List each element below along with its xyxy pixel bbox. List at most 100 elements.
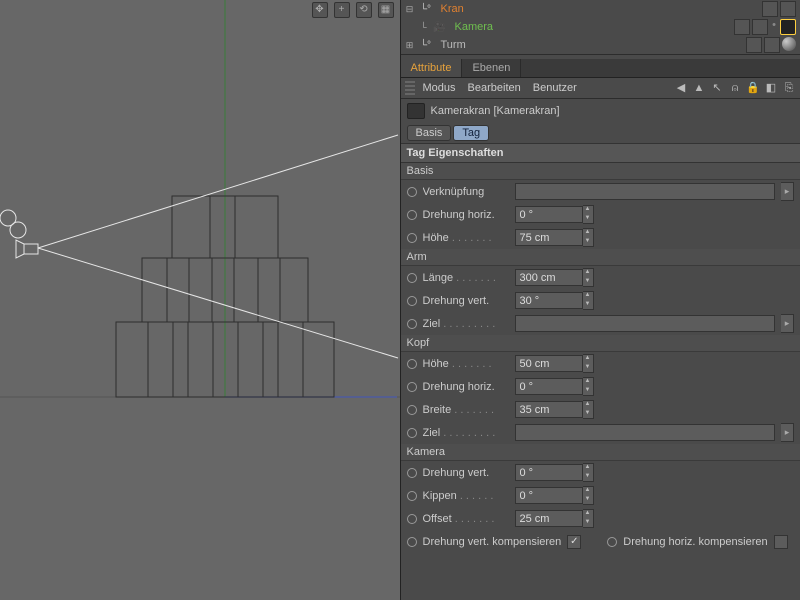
drehung-vert-input[interactable] (515, 292, 583, 309)
param-anim-icon[interactable] (407, 514, 417, 524)
param-anim-icon[interactable] (407, 319, 417, 329)
pointer-icon[interactable]: ↖ (710, 81, 724, 95)
label-komp-vert: Drehung vert. kompensieren (423, 536, 562, 548)
tab-ebenen[interactable]: Ebenen (462, 59, 521, 77)
nav-up-icon[interactable]: ▲ (692, 81, 706, 95)
lock-icon[interactable]: 🔒 (746, 81, 760, 95)
kam-drehung-vert-input[interactable] (515, 464, 583, 481)
param-anim-icon[interactable] (607, 537, 617, 547)
spinner[interactable]: ▲▼ (583, 354, 594, 373)
vis-render-icon[interactable] (780, 1, 796, 17)
object-row-kran[interactable]: ⊟ └° Kran (401, 0, 800, 18)
link-picker-icon[interactable]: ▸ (781, 314, 794, 333)
komp-vert-checkbox[interactable]: ✓ (567, 535, 581, 549)
label: Drehung vert. (423, 467, 509, 479)
label: Verknüpfung (423, 186, 509, 198)
spinner[interactable]: ▲▼ (583, 463, 594, 482)
right-panel: ⊟ └° Kran └ 🎥 Kamera • ⊞ └° Turm (401, 0, 800, 600)
label: Länge . . . . . . . (423, 272, 509, 284)
breite-input[interactable] (515, 401, 583, 418)
param-anim-icon[interactable] (407, 405, 417, 415)
viewport-scene (0, 0, 400, 600)
spinner[interactable]: ▲▼ (583, 268, 594, 287)
spinner[interactable]: ▲▼ (583, 486, 594, 505)
cranecam-tag-icon[interactable] (780, 19, 796, 35)
verknuepfung-field[interactable] (515, 183, 776, 200)
param-anim-icon[interactable] (407, 491, 417, 501)
camera-icon: 🎥 (433, 20, 447, 34)
attr-menubar: Modus Bearbeiten Benutzer ◀ ▲ ↖ ⍝ 🔒 ◧ ⎘ (401, 78, 800, 99)
user-icon[interactable]: ⍝ (728, 81, 742, 95)
object-row-turm[interactable]: ⊞ └° Turm (401, 36, 800, 54)
param-anim-icon[interactable] (407, 468, 417, 478)
spinner[interactable]: ▲▼ (583, 205, 594, 224)
object-row-kamera[interactable]: └ 🎥 Kamera • (401, 18, 800, 36)
new-window-icon[interactable]: ◧ (764, 81, 778, 95)
param-anim-icon[interactable] (407, 233, 417, 243)
object-manager: ⊟ └° Kran └ 🎥 Kamera • ⊞ └° Turm (401, 0, 800, 55)
vis-editor-icon[interactable] (734, 19, 750, 35)
param-anim-icon[interactable] (407, 187, 417, 197)
ziel-field[interactable] (515, 315, 776, 332)
properties-scroll[interactable]: Tag Eigenschaften Basis Verknüpfung ▸ Dr… (401, 143, 800, 600)
object-header: Kamerakran [Kamerakran] (401, 99, 800, 123)
viewport[interactable]: ✥ + ⟲ ▦ (0, 0, 401, 600)
nav-back-icon[interactable]: ◀ (674, 81, 688, 95)
param-anim-icon[interactable] (407, 296, 417, 306)
link-picker-icon[interactable]: ▸ (781, 182, 794, 201)
row-kopf-hoehe: Höhe . . . . . . . ▲▼ (401, 352, 800, 375)
spinner[interactable]: ▲▼ (583, 400, 594, 419)
expand-icon[interactable]: ⊟ (405, 4, 415, 15)
pill-tag[interactable]: Tag (453, 125, 489, 141)
pill-bar: Basis Tag (401, 123, 800, 143)
param-anim-icon[interactable] (407, 359, 417, 369)
komp-horiz-checkbox[interactable] (774, 535, 788, 549)
menu-modus[interactable]: Modus (419, 80, 460, 96)
spinner[interactable]: ▲▼ (583, 509, 594, 528)
spinner[interactable]: ▲▼ (583, 291, 594, 310)
menu-bearbeiten[interactable]: Bearbeiten (464, 80, 525, 96)
param-anim-icon[interactable] (407, 537, 417, 547)
pill-basis[interactable]: Basis (407, 125, 452, 141)
param-anim-icon[interactable] (407, 210, 417, 220)
menu-benutzer[interactable]: Benutzer (529, 80, 581, 96)
label: Drehung horiz. (423, 209, 509, 221)
group-basis: Basis (401, 163, 800, 180)
spinner[interactable]: ▲▼ (583, 228, 594, 247)
ziel-field[interactable] (515, 424, 776, 441)
param-anim-icon[interactable] (407, 273, 417, 283)
spinner[interactable]: ▲▼ (583, 377, 594, 396)
drehung-horiz-input[interactable] (515, 206, 583, 223)
param-anim-icon[interactable] (407, 382, 417, 392)
link-icon[interactable]: ⎘ (782, 81, 796, 95)
label: Drehung horiz. (423, 381, 509, 393)
row-ziel-kopf: Ziel . . . . . . . . . ▸ (401, 421, 800, 444)
kopf-drehung-horiz-input[interactable] (515, 378, 583, 395)
section-tag-eigenschaften: Tag Eigenschaften (401, 143, 800, 163)
kopf-hoehe-input[interactable] (515, 355, 583, 372)
row-drehung-vert: Drehung vert. ▲▼ (401, 289, 800, 312)
object-label: Kamera (451, 21, 498, 33)
row-kompensieren: Drehung vert. kompensieren ✓ Drehung hor… (401, 530, 800, 553)
object-label: Kran (437, 3, 468, 15)
expand-icon[interactable]: ⊞ (405, 40, 415, 51)
vis-editor-icon[interactable] (746, 37, 762, 53)
vis-render-icon[interactable] (764, 37, 780, 53)
drag-handle-icon[interactable] (405, 81, 415, 95)
null-icon: └° (419, 38, 433, 52)
label: Offset . . . . . . . (423, 513, 509, 525)
laenge-input[interactable] (515, 269, 583, 286)
hoehe-input[interactable] (515, 229, 583, 246)
null-icon: └° (419, 2, 433, 16)
param-anim-icon[interactable] (407, 428, 417, 438)
offset-input[interactable] (515, 510, 583, 527)
row-offset: Offset . . . . . . . ▲▼ (401, 507, 800, 530)
object-title: Kamerakran [Kamerakran] (431, 105, 560, 117)
vis-editor-icon[interactable] (762, 1, 778, 17)
kippen-input[interactable] (515, 487, 583, 504)
material-tag-icon[interactable] (782, 37, 796, 51)
vis-render-icon[interactable] (752, 19, 768, 35)
link-picker-icon[interactable]: ▸ (781, 423, 794, 442)
tab-attribute[interactable]: Attribute (401, 59, 463, 77)
row-kopf-drehung-horiz: Drehung horiz. ▲▼ (401, 375, 800, 398)
